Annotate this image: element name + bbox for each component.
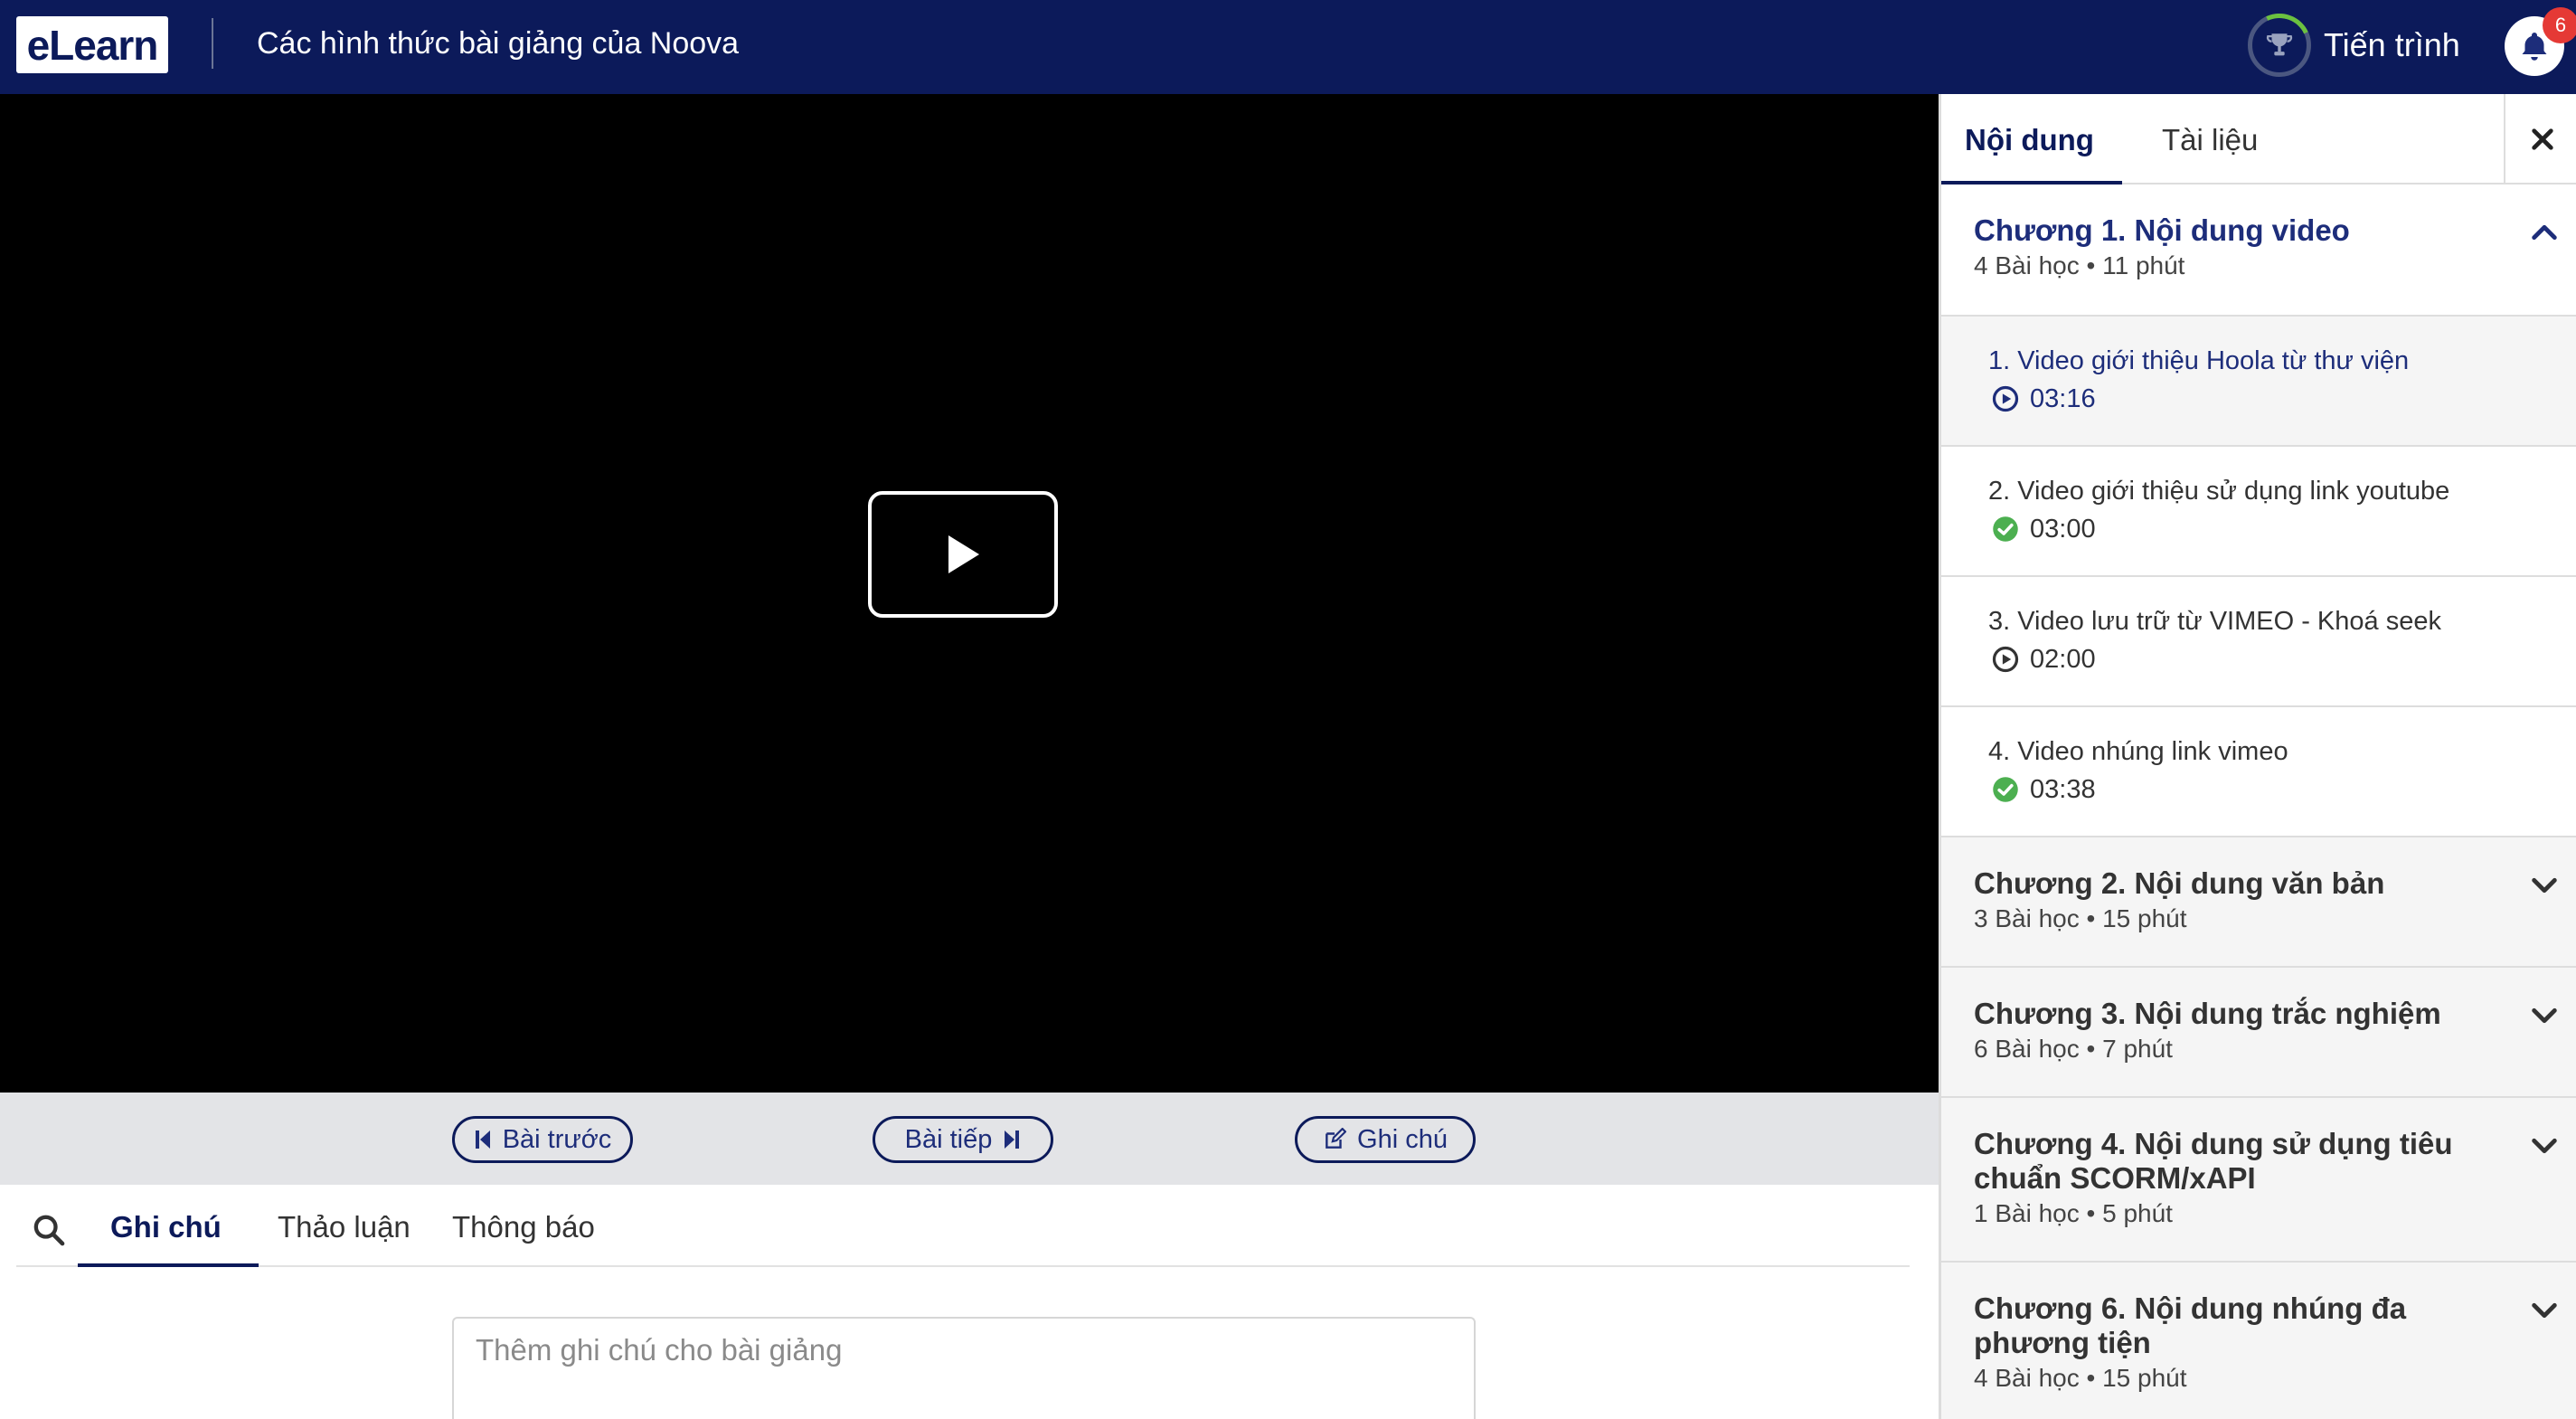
- skip-back-icon: [475, 1130, 490, 1149]
- tab-content[interactable]: Nội dung: [1965, 118, 2094, 163]
- progress-ring: [2248, 14, 2311, 77]
- lesson-nav-bar: Bài trước Bài tiếp Ghi chú: [0, 1093, 1939, 1185]
- lesson-duration: 03:38: [2030, 775, 2096, 804]
- search-icon[interactable]: [31, 1212, 67, 1248]
- chevron-down-icon: [2532, 877, 2557, 894]
- note-button-label: Ghi chú: [1357, 1124, 1448, 1154]
- lesson-item-4[interactable]: 4. Video nhúng link vimeo 03:38: [1941, 707, 2576, 837]
- video-player[interactable]: [0, 94, 1939, 1093]
- chapter-2[interactable]: Chương 2. Nội dung văn bản 3 Bài học • 1…: [1941, 837, 2576, 968]
- chapter-title-line-2: chuẩn SCORM/xAPI: [1974, 1161, 2256, 1195]
- chapter-1[interactable]: Chương 1. Nội dung video 4 Bài học • 11 …: [1941, 184, 2576, 317]
- lesson-item-1[interactable]: 1. Video giới thiệu Hoola từ thư viện 03…: [1941, 317, 2576, 447]
- notification-badge: 6: [2543, 7, 2576, 43]
- chapter-title-line-1: Chương 4. Nội dung sử dụng tiêu: [1974, 1127, 2453, 1160]
- chevron-down-icon: [2532, 1138, 2557, 1154]
- play-circle-icon: [1992, 385, 2019, 412]
- next-lesson-label: Bài tiếp: [904, 1124, 993, 1154]
- lesson-title: 4. Video nhúng link vimeo: [1988, 737, 2288, 766]
- course-title: Các hình thức bài giảng của Noova: [257, 26, 740, 61]
- progress-button[interactable]: Tiến trình: [2248, 13, 2460, 78]
- play-circle-icon: [1992, 646, 2019, 673]
- play-icon: [948, 535, 979, 573]
- chapter-title-line-1: Chương 6. Nội dung nhúng đa: [1974, 1291, 2407, 1325]
- chapter-title: Chương 1. Nội dung video: [1974, 213, 2350, 247]
- close-sidebar-button[interactable]: [2504, 94, 2576, 184]
- previous-lesson-label: Bài trước: [502, 1124, 612, 1154]
- tab-discussion[interactable]: Thảo luận: [278, 1205, 410, 1250]
- lesson-title: 3. Video lưu trữ từ VIMEO - Khoá seek: [1988, 607, 2441, 636]
- elearn-logo[interactable]: eLearn: [16, 16, 168, 73]
- lesson-duration: 03:16: [2030, 384, 2096, 413]
- active-tab-indicator: [78, 1263, 259, 1267]
- top-header: eLearn Các hình thức bài giảng của Noova…: [0, 0, 2576, 94]
- skip-forward-icon: [1005, 1130, 1020, 1149]
- chevron-up-icon: [2532, 224, 2557, 241]
- tab-documents[interactable]: Tài liệu: [2162, 118, 2258, 163]
- close-icon: [2531, 128, 2553, 150]
- check-circle-icon: [1993, 777, 2018, 802]
- lesson-tabs-panel: Ghi chú Thảo luận Thông báo: [0, 1185, 1939, 1419]
- chapter-title: Chương 3. Nội dung trắc nghiệm: [1974, 997, 2441, 1030]
- previous-lesson-button[interactable]: Bài trước: [452, 1116, 633, 1163]
- check-circle-icon: [1993, 516, 2018, 542]
- course-sidebar: Nội dung Tài liệu Chương 1. Nội dung vid…: [1939, 94, 2576, 1419]
- chapter-title: Chương 2. Nội dung văn bản: [1974, 866, 2385, 900]
- chapter-meta: 1 Bài học • 5 phút: [1974, 1199, 2173, 1227]
- lesson-duration: 03:00: [2030, 515, 2096, 544]
- note-button[interactable]: Ghi chú: [1295, 1116, 1476, 1163]
- note-input[interactable]: [452, 1317, 1476, 1419]
- edit-icon: [1326, 1128, 1347, 1149]
- trophy-icon: [2266, 33, 2293, 56]
- chevron-down-icon: [2532, 1007, 2557, 1024]
- header-divider: [212, 18, 213, 69]
- chapter-meta: 4 Bài học • 15 phút: [1974, 1364, 2187, 1392]
- chapter-meta: 3 Bài học • 15 phút: [1974, 904, 2187, 932]
- lesson-item-2[interactable]: 2. Video giới thiệu sử dụng link youtube…: [1941, 447, 2576, 577]
- sidebar-tabs: Nội dung Tài liệu: [1941, 94, 2576, 184]
- lesson-item-3[interactable]: 3. Video lưu trữ từ VIMEO - Khoá seek 02…: [1941, 577, 2576, 707]
- play-button[interactable]: [868, 491, 1058, 618]
- chapter-6[interactable]: Chương 6. Nội dung nhúng đa phương tiện …: [1941, 1263, 2576, 1419]
- chapter-meta: 6 Bài học • 7 phút: [1974, 1035, 2173, 1063]
- chevron-down-icon: [2532, 1302, 2557, 1319]
- chapter-title-line-2: phương tiện: [1974, 1326, 2151, 1359]
- chapter-4[interactable]: Chương 4. Nội dung sử dụng tiêu chuẩn SC…: [1941, 1098, 2576, 1263]
- progress-label: Tiến trình: [2324, 26, 2460, 63]
- lesson-title: 1. Video giới thiệu Hoola từ thư viện: [1988, 346, 2410, 375]
- tab-announcements[interactable]: Thông báo: [452, 1205, 595, 1250]
- tab-notes[interactable]: Ghi chú: [110, 1205, 222, 1250]
- chapter-3[interactable]: Chương 3. Nội dung trắc nghiệm 6 Bài học…: [1941, 968, 2576, 1098]
- lesson-title: 2. Video giới thiệu sử dụng link youtube: [1988, 477, 2450, 506]
- chapter-meta: 4 Bài học • 11 phút: [1974, 251, 2185, 279]
- next-lesson-button[interactable]: Bài tiếp: [873, 1116, 1053, 1163]
- tabs-divider: [16, 1265, 1910, 1267]
- lesson-duration: 02:00: [2030, 645, 2096, 674]
- logo-text: eLearn: [26, 21, 159, 69]
